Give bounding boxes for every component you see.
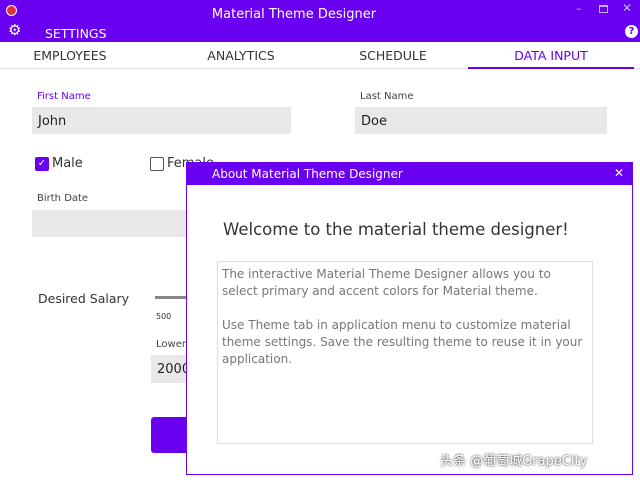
dialog-close-icon[interactable]: ✕ (614, 166, 624, 180)
help-icon[interactable]: ? (625, 25, 638, 38)
about-dialog: About Material Theme Designer ✕ Welcome … (186, 162, 633, 475)
gear-icon[interactable]: ⚙ (8, 22, 21, 38)
lower-label: Lower (156, 339, 186, 350)
birth-date-input[interactable] (32, 210, 192, 237)
tab-bar: EMPLOYEES ANALYTICS SCHEDULE DATA INPUT (0, 42, 640, 69)
tab-schedule[interactable]: SCHEDULE (313, 48, 473, 63)
dialog-header: About Material Theme Designer ✕ (187, 163, 632, 185)
female-checkbox[interactable] (150, 157, 164, 171)
settings-menu[interactable]: SETTINGS (45, 26, 107, 41)
watermark: 头条 @葡萄城GrapeCity (440, 454, 588, 469)
close-button[interactable]: ✕ (622, 1, 632, 15)
lower-input[interactable]: 2000 (151, 355, 191, 383)
tab-data-input[interactable]: DATA INPUT (471, 48, 631, 63)
salary-label: Desired Salary (38, 291, 130, 306)
dialog-paragraph-1: The interactive Material Theme Designer … (222, 267, 551, 298)
first-name-input[interactable]: John (32, 107, 291, 134)
dialog-title: About Material Theme Designer (212, 167, 403, 181)
window-title: Material Theme Designer (211, 7, 377, 22)
tab-analytics[interactable]: ANALYTICS (161, 48, 321, 63)
title-bar: Material Theme Designer – ✕ ⚙ SETTINGS ? (0, 0, 640, 42)
tab-employees[interactable]: EMPLOYEES (0, 48, 150, 63)
submit-button[interactable] (151, 417, 191, 453)
minimize-button[interactable]: – (576, 2, 582, 15)
dialog-paragraph-2: Use Theme tab in application menu to cus… (222, 318, 583, 366)
male-checkbox[interactable]: ✓ (35, 157, 49, 171)
male-label: Male (52, 156, 83, 171)
slider-min-label: 500 (156, 312, 172, 321)
maximize-button[interactable] (599, 5, 608, 13)
first-name-label: First Name (37, 91, 91, 102)
last-name-label: Last Name (360, 91, 414, 102)
dialog-text-box[interactable]: The interactive Material Theme Designer … (217, 261, 593, 444)
active-tab-indicator (468, 67, 634, 69)
birth-date-label: Birth Date (37, 193, 89, 204)
dialog-heading: Welcome to the material theme designer! (223, 220, 569, 239)
last-name-input[interactable]: Doe (355, 107, 607, 134)
